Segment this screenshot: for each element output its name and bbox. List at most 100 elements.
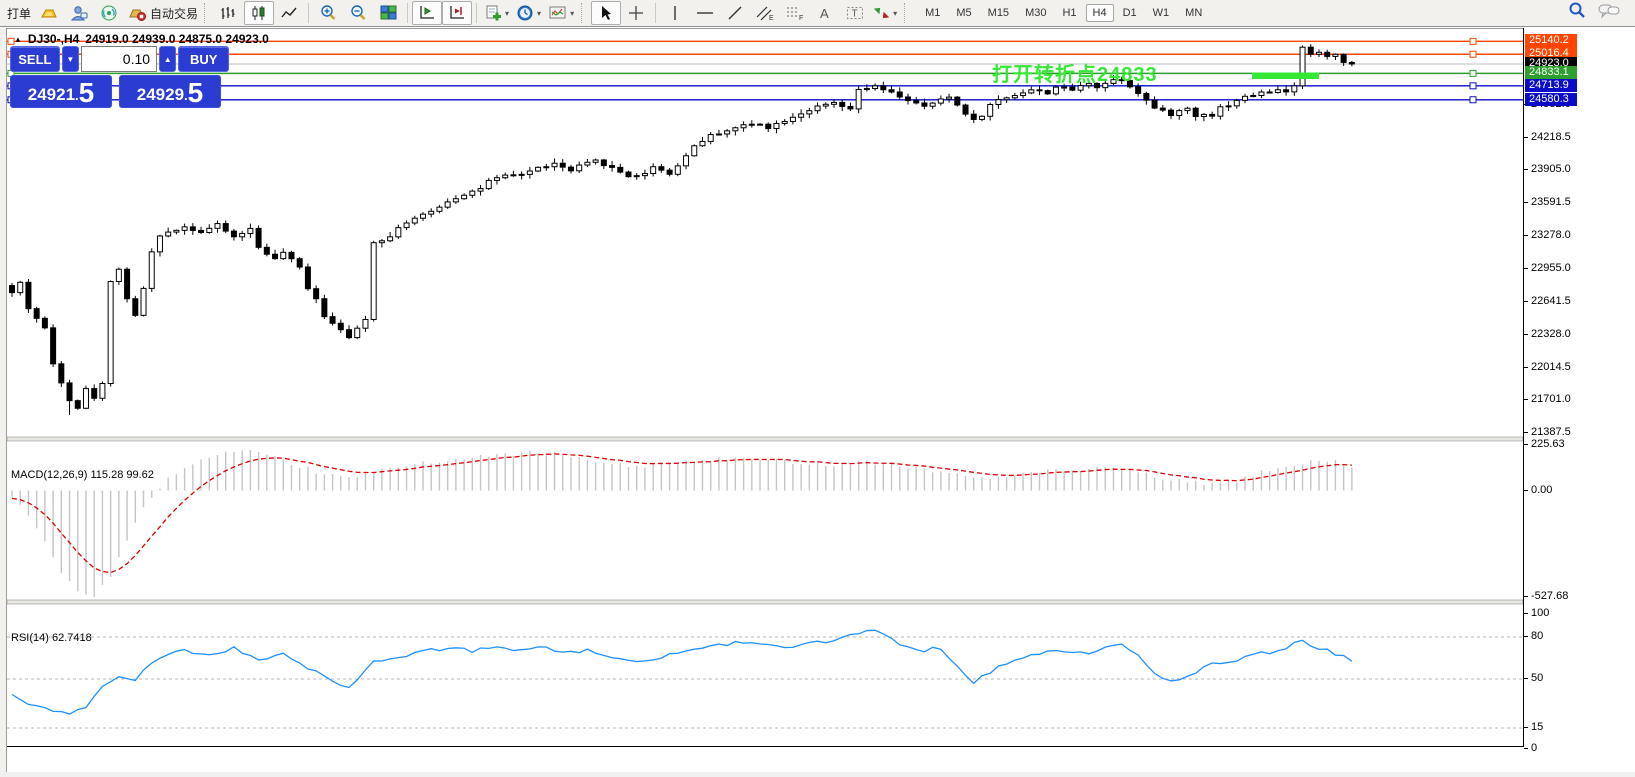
new-order-label: 打单 xyxy=(7,5,31,22)
svg-text:E: E xyxy=(769,15,774,22)
timeframe-button-m15[interactable]: M15 xyxy=(981,4,1016,22)
rsi-value: 62.7418 xyxy=(52,632,92,644)
macd-tick-label: -527.68 xyxy=(1531,590,1568,602)
price-line-badge: 24713.9 xyxy=(1525,79,1577,92)
volume-increase-button[interactable]: ▲ xyxy=(159,46,176,72)
cursor-tool-button[interactable] xyxy=(591,1,621,25)
sell-price-display[interactable]: 24921 . 5 xyxy=(10,75,112,108)
equidistant-channel-tool-button[interactable]: E xyxy=(750,1,780,25)
tile-windows-button[interactable] xyxy=(373,1,403,25)
svg-text:T: T xyxy=(852,9,858,20)
macd-indicator-label: MACD(12,26,9) 115.28 99.62 xyxy=(11,469,154,481)
toolbar-grip xyxy=(581,3,586,23)
chart-window[interactable]: ▲ DJ30-,H4 24919.0 24939.0 24875.0 24923… xyxy=(0,28,1635,777)
horizontal-line-tool-button[interactable] xyxy=(690,1,720,25)
cursor-arrow-icon xyxy=(598,4,614,22)
new-chart-icon xyxy=(484,4,503,22)
dropdown-arrow-icon: ▾ xyxy=(537,9,541,18)
autotrading-button[interactable]: 自动交易 xyxy=(124,1,201,25)
line-chart-icon xyxy=(280,4,298,22)
rsi-tick-label: 15 xyxy=(1531,721,1543,733)
sell-button[interactable]: SELL xyxy=(10,46,60,72)
zoom-in-button[interactable] xyxy=(313,1,343,25)
timeframe-button-m1[interactable]: M1 xyxy=(918,4,947,22)
fibonacci-tool-button[interactable]: F xyxy=(780,1,810,25)
zoom-out-button[interactable] xyxy=(343,1,373,25)
auto-scroll-icon xyxy=(447,4,467,22)
crosshair-icon xyxy=(627,4,645,22)
channel-icon: E xyxy=(755,4,775,22)
auto-scroll-button[interactable] xyxy=(442,1,472,25)
toolbar-separator xyxy=(308,3,309,23)
price-tick-label: 24218.5 xyxy=(1531,131,1571,143)
period-clock-button[interactable]: ▾ xyxy=(513,1,545,25)
turning-point-annotation: 打开转折点24833 xyxy=(992,58,1158,87)
sell-price-main: 24921 xyxy=(28,84,75,106)
vertical-line-icon xyxy=(668,4,682,22)
text-icon: A xyxy=(817,4,833,22)
symbol-timeframe-label: DJ30-,H4 xyxy=(28,32,79,46)
buy-price-display[interactable]: 24929 . 5 xyxy=(119,75,221,108)
fibonacci-icon: F xyxy=(785,4,805,22)
sell-price-big-digit: 5 xyxy=(79,80,95,106)
toolbar-grip xyxy=(204,3,209,23)
buy-button[interactable]: BUY xyxy=(178,46,229,72)
signals-button[interactable] xyxy=(94,1,124,25)
rsi-tick-label: 50 xyxy=(1531,672,1543,684)
bar-chart-icon xyxy=(220,4,238,22)
timeframe-button-w1[interactable]: W1 xyxy=(1146,4,1177,22)
line-chart-type-button[interactable] xyxy=(274,1,304,25)
price-chart-canvas[interactable] xyxy=(7,28,1523,747)
timeframe-button-m5[interactable]: M5 xyxy=(949,4,978,22)
candlestick-chart-type-button[interactable] xyxy=(244,1,274,25)
timeframe-button-mn[interactable]: MN xyxy=(1178,4,1209,22)
autotrading-label: 自动交易 xyxy=(150,5,198,22)
rsi-tick-label: 80 xyxy=(1531,630,1543,642)
price-tick-label: 22328.0 xyxy=(1531,328,1571,340)
arrows-tool-button[interactable]: ▾ xyxy=(870,1,901,25)
autotrading-icon xyxy=(127,4,148,22)
timeframe-button-m30[interactable]: M30 xyxy=(1018,4,1053,22)
text-label-icon: T xyxy=(845,4,865,22)
dropdown-arrow-icon: ▾ xyxy=(505,9,509,18)
search-icon[interactable] xyxy=(1567,1,1587,25)
volume-input[interactable] xyxy=(81,46,157,72)
text-tool-button[interactable]: A xyxy=(810,1,840,25)
timeframe-button-h1[interactable]: H1 xyxy=(1055,4,1083,22)
trendline-tool-button[interactable] xyxy=(720,1,750,25)
bar-chart-type-button[interactable] xyxy=(214,1,244,25)
price-tick-label: 23278.0 xyxy=(1531,229,1571,241)
clock-icon xyxy=(516,4,535,22)
mt4-window: 打单 自动交易 xyxy=(0,0,1635,777)
vertical-line-tool-button[interactable] xyxy=(660,1,690,25)
rsi-tick-label: 100 xyxy=(1531,607,1549,619)
toolbar-grip xyxy=(904,3,909,23)
horizontal-line-icon xyxy=(695,4,715,22)
gold-ingot-icon xyxy=(39,4,59,22)
chat-icon[interactable] xyxy=(1597,1,1621,25)
new-chart-button[interactable]: ▾ xyxy=(481,1,513,25)
dropdown-arrow-icon: ▾ xyxy=(893,9,897,18)
accounts-button[interactable] xyxy=(64,1,94,25)
gold-instrument-button[interactable] xyxy=(34,1,64,25)
indicators-button[interactable]: ▾ xyxy=(545,1,578,25)
chart-shift-button[interactable] xyxy=(412,1,442,25)
one-click-trading-panel: SELL ▼ ▲ BUY 24921 . 5 24929 . 5 xyxy=(10,46,229,108)
macd-tick-label: 0.00 xyxy=(1531,484,1552,496)
ohlc-values: 24919.0 24939.0 24875.0 24923.0 xyxy=(85,32,269,46)
buy-price-big-digit: 5 xyxy=(188,80,204,106)
user-profile-icon xyxy=(69,4,89,22)
zoom-in-icon xyxy=(319,4,338,22)
volume-decrease-button[interactable]: ▼ xyxy=(62,46,79,72)
crosshair-tool-button[interactable] xyxy=(621,1,651,25)
timeframe-button-h4[interactable]: H4 xyxy=(1086,4,1114,22)
new-order-button[interactable]: 打单 xyxy=(2,1,34,25)
toolbar: 打单 自动交易 xyxy=(0,0,1635,27)
toolbar-separator xyxy=(476,3,477,23)
price-line-badge: 24833.1 xyxy=(1525,66,1577,79)
price-tick-label: 22641.5 xyxy=(1531,295,1571,307)
price-tick-label: 23591.5 xyxy=(1531,196,1571,208)
macd-name: MACD(12,26,9) xyxy=(11,469,87,481)
text-label-tool-button[interactable]: T xyxy=(840,1,870,25)
timeframe-button-d1[interactable]: D1 xyxy=(1116,4,1144,22)
